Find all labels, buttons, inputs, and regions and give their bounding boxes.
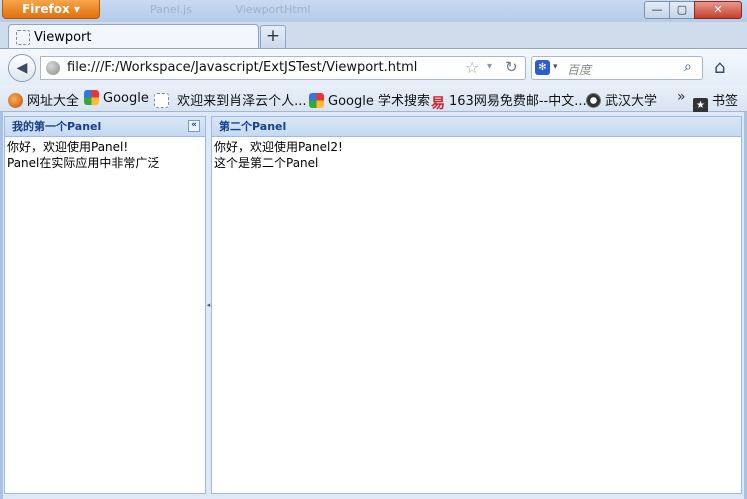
window-titlebar: Firefox ▾ Panel.js ViewportHtml — ▢ ✕: [0, 0, 747, 22]
bookmark-item[interactable]: 易 163网易免费邮--中文...: [431, 90, 587, 112]
panel-body: 你好，欢迎使用Panel2! 这个是第二个Panel: [212, 137, 741, 173]
google-icon: [309, 93, 324, 108]
bookmark-star-icon[interactable]: ☆: [465, 58, 479, 77]
titlebar-ghost-tabs: Panel.js ViewportHtml: [150, 3, 350, 16]
bookmarks-toolbar: 网址大全 Google 欢迎来到肖泽云个人... Google 学术搜索 易 16…: [0, 85, 747, 113]
reload-icon[interactable]: ↻: [505, 58, 518, 76]
window-frame-left: [0, 112, 3, 499]
center-panel: 第二个Panel 你好，欢迎使用Panel2! 这个是第二个Panel: [211, 116, 742, 494]
bookmark-item[interactable]: 网址大全: [8, 90, 79, 109]
bookmark-label: Google: [103, 91, 149, 106]
bookmark-item[interactable]: Google 学术搜索: [309, 90, 430, 109]
bookmark-label: Google 学术搜索: [328, 94, 430, 109]
google-icon: [84, 90, 99, 105]
tab-viewport[interactable]: Viewport: [8, 24, 259, 50]
west-panel: 我的第一个Panel « 你好，欢迎使用Panel! Panel在实际应用中非常…: [4, 116, 206, 494]
whu-icon: [586, 93, 601, 108]
search-input[interactable]: 百度: [567, 61, 591, 78]
bookmark-label: 武汉大学: [605, 94, 658, 109]
firefox-menu-button[interactable]: Firefox ▾: [2, 0, 100, 19]
bookmarks-menu-button[interactable]: ★ 书签: [693, 90, 738, 113]
bookmarks-overflow-chevron-icon[interactable]: »: [677, 89, 686, 105]
bookmark-label: 欢迎来到肖泽云个人...: [177, 94, 307, 109]
bookmark-item[interactable]: 欢迎来到肖泽云个人...: [154, 90, 307, 109]
bookmark-label: 163网易免费邮--中文...: [449, 94, 587, 109]
home-icon[interactable]: ⌂: [714, 57, 725, 78]
baidu-paw-icon[interactable]: ✻: [535, 60, 550, 75]
panel-body: 你好，欢迎使用Panel! Panel在实际应用中非常广泛: [5, 137, 205, 173]
netease-icon: 易: [431, 96, 445, 112]
panel-title: 第二个Panel: [219, 120, 287, 133]
search-icon[interactable]: ⌕: [684, 59, 692, 75]
bookmark-item[interactable]: 武汉大学: [586, 90, 657, 109]
url-bar[interactable]: file:///F:/Workspace/Javascript/ExtJSTes…: [40, 56, 526, 80]
maximize-button[interactable]: ▢: [669, 1, 695, 19]
tab-label: Viewport: [34, 30, 92, 45]
new-tab-button[interactable]: +: [260, 25, 286, 48]
blank-page-icon: [16, 30, 30, 45]
history-dropdown-icon[interactable]: ▾: [487, 61, 492, 72]
page-viewport: 我的第一个Panel « 你好，欢迎使用Panel! Panel在实际应用中非常…: [0, 112, 747, 499]
panel-text-line: 你好，欢迎使用Panel!: [7, 140, 129, 154]
bookmarks-menu-label: 书签: [712, 94, 739, 109]
blank-page-icon: [154, 93, 169, 108]
globe-icon: [46, 61, 60, 75]
back-button[interactable]: ◀: [8, 54, 36, 82]
url-text[interactable]: file:///F:/Workspace/Javascript/ExtJSTes…: [67, 60, 417, 75]
panel-header: 第二个Panel: [212, 117, 741, 137]
panel-header: 我的第一个Panel «: [5, 117, 205, 137]
search-engine-dropdown-icon[interactable]: ▾: [553, 62, 558, 72]
navigation-toolbar: ◀ file:///F:/Workspace/Javascript/ExtJST…: [0, 48, 747, 85]
tab-strip: Viewport +: [0, 22, 747, 50]
ghost-tab-label: Panel.js: [150, 3, 192, 16]
bookmark-label: 网址大全: [27, 94, 80, 109]
ghost-tab-label: ViewportHtml: [235, 3, 311, 16]
search-bar[interactable]: ✻ ▾ 百度 ⌕: [531, 56, 703, 80]
bookmark-item[interactable]: Google: [84, 90, 149, 106]
firefox-icon: [8, 93, 23, 108]
panel-title: 我的第一个Panel: [12, 120, 102, 133]
panel-text-line: Panel在实际应用中非常广泛: [7, 156, 160, 170]
minimize-button[interactable]: —: [644, 1, 670, 19]
bookmarks-menu-icon: ★: [693, 98, 708, 113]
collapse-left-icon[interactable]: «: [188, 120, 200, 132]
close-button[interactable]: ✕: [694, 1, 742, 19]
panel-text-line: 你好，欢迎使用Panel2!: [214, 140, 343, 154]
panel-text-line: 这个是第二个Panel: [214, 156, 319, 170]
